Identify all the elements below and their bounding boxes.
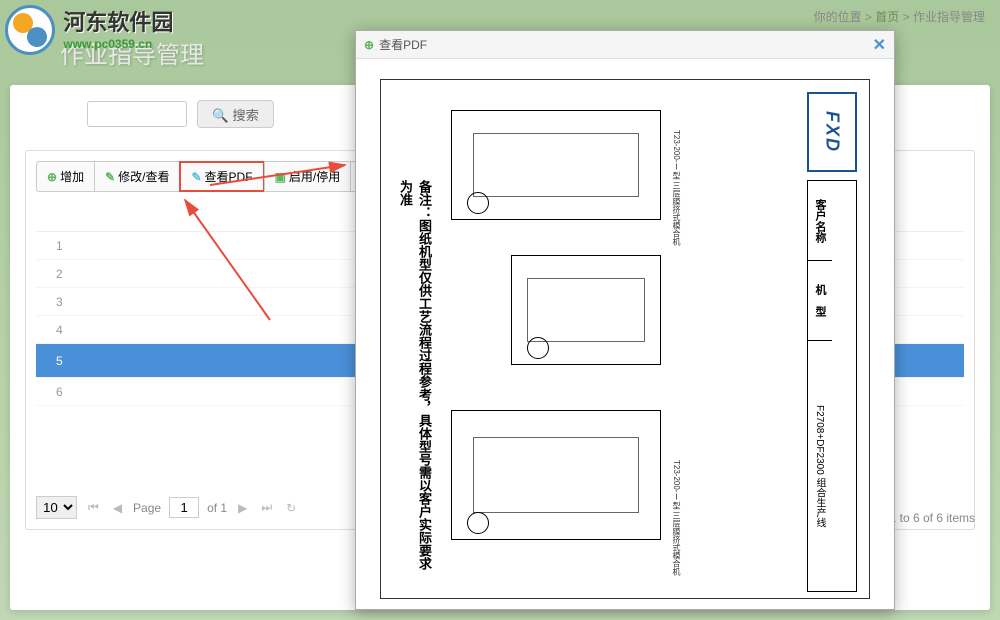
breadcrumb-current: 作业指导管理 (913, 10, 985, 24)
annotation-arrow-1 (210, 160, 350, 190)
pdf-page: FXD 备注：图纸机型仅供工艺流程过程参考，具体型号需以客户实际要求为准 客户名… (380, 79, 870, 599)
pdf-logo: FXD (807, 92, 857, 172)
close-icon[interactable]: ✕ (873, 35, 886, 55)
page-label: Page (133, 501, 161, 515)
pdf-icon: ✎ (191, 170, 201, 184)
pdf-info-table: 客户名称 机 型 F2708+DF2300 组合生产线 (807, 180, 857, 592)
pdf-machine-model: F2708+DF2300 组合生产线 (808, 341, 831, 591)
pdf-note: 备注：图纸机型仅供工艺流程过程参考，具体型号需以客户实际要求为准 (396, 180, 434, 580)
next-page-icon[interactable]: ▶ (235, 501, 250, 515)
search-label: 流程名称: (25, 106, 77, 123)
machine-drawing-3 (451, 410, 661, 540)
logo-text-en: www.pc0359.cn (63, 37, 173, 51)
plus-icon: ⊕ (364, 38, 374, 52)
machine-drawing-2 (511, 255, 661, 365)
edit-button[interactable]: ✎ 修改/查看 (94, 161, 180, 192)
logo-text-cn: 河东软件园 (63, 5, 173, 37)
search-input[interactable] (87, 101, 187, 127)
site-logo: 河东软件园 www.pc0359.cn (5, 5, 173, 58)
pager: 10 ⏮ ◀ Page of 1 ▶ ⏭ ↻ (36, 496, 299, 519)
search-bar: 流程名称: 🔍 搜索 (25, 100, 274, 128)
row-index: 4 (36, 316, 116, 344)
annotation-arrow-2 (180, 195, 280, 325)
modal-header[interactable]: ⊕ 查看PDF ✕ (356, 31, 894, 59)
breadcrumb-home[interactable]: 首页 (875, 10, 899, 24)
page-size-select[interactable]: 10 (36, 496, 77, 519)
prev-page-icon[interactable]: ◀ (110, 501, 125, 515)
page-input[interactable] (169, 497, 199, 518)
breadcrumb-label: 你的位置 (814, 10, 862, 24)
first-page-icon[interactable]: ⏮ (85, 500, 102, 515)
add-button[interactable]: ⊕ 增加 (36, 161, 95, 192)
plus-icon: ⊕ (47, 170, 57, 184)
modal-title: 查看PDF (379, 36, 427, 53)
machine-label-3: T23-200-Ⅰ型 三层膜挤式模合机 (671, 460, 682, 576)
last-page-icon[interactable]: ⏭ (258, 500, 275, 515)
row-index: 2 (36, 260, 116, 288)
pdf-customer-label: 客户名称 (808, 181, 832, 261)
machine-label-1: T23-200-Ⅰ型 三层膜挤式模合机 (671, 130, 682, 246)
row-index: 5 (36, 344, 116, 378)
search-icon: 🔍 (212, 108, 229, 123)
pencil-icon: ✎ (105, 170, 115, 184)
pdf-machine-label: 机 型 (808, 261, 832, 341)
row-index: 3 (36, 288, 116, 316)
pdf-modal: ⊕ 查看PDF ✕ FXD 备注：图纸机型仅供工艺流程过程参考，具体型号需以客户… (355, 30, 895, 610)
logo-icon (5, 5, 55, 55)
row-index: 6 (36, 378, 116, 406)
breadcrumb: 你的位置 > 首页 > 作业指导管理 (814, 8, 985, 25)
refresh-icon[interactable]: ↻ (283, 501, 299, 515)
machine-drawing-1 (451, 110, 661, 220)
status-text: 1 to 6 of 6 items (890, 511, 975, 525)
row-index: 1 (36, 232, 116, 260)
search-button[interactable]: 🔍 搜索 (197, 100, 274, 128)
page-of: of 1 (207, 501, 227, 515)
modal-body: FXD 备注：图纸机型仅供工艺流程过程参考，具体型号需以客户实际要求为准 客户名… (356, 59, 894, 609)
